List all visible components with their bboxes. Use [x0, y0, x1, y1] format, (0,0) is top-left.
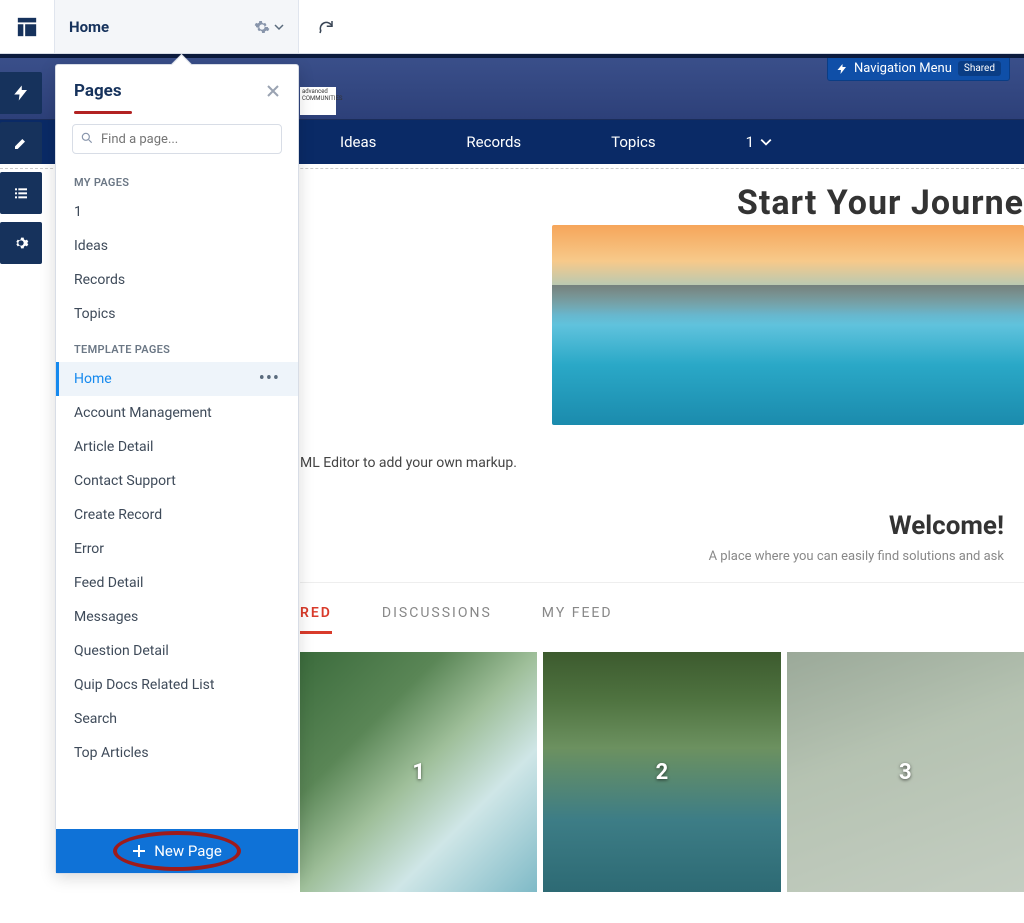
toolbar-right — [299, 0, 1024, 53]
rail-edit-button[interactable] — [0, 122, 42, 164]
page-item[interactable]: Article Detail — [56, 430, 298, 464]
nav-item[interactable]: Records — [466, 133, 521, 151]
topic-card[interactable]: 3 — [787, 652, 1024, 892]
page-item[interactable]: Feed Detail — [56, 566, 298, 600]
tab-featured[interactable]: RED — [300, 605, 332, 634]
topic-card[interactable]: 1 — [300, 652, 537, 892]
layout-icon — [16, 16, 38, 38]
nav-item[interactable]: Ideas — [340, 133, 376, 151]
section-my-pages: MY PAGES — [56, 164, 298, 195]
page-search — [72, 124, 282, 154]
page-item[interactable]: Question Detail — [56, 634, 298, 668]
page-item[interactable]: Search — [56, 702, 298, 736]
popover-title: Pages — [74, 81, 122, 101]
page-item[interactable]: 1 — [56, 195, 298, 229]
app-logo[interactable] — [0, 0, 55, 53]
page-item[interactable]: Quip Docs Related List — [56, 668, 298, 702]
refresh-icon[interactable] — [317, 18, 335, 36]
brand-badge: advancedCOMMUNITIES — [300, 87, 336, 115]
plus-icon — [132, 844, 146, 858]
page-item[interactable]: Ideas — [56, 229, 298, 263]
page-selector[interactable]: Home — [55, 0, 299, 53]
page-item[interactable]: Create Record — [56, 498, 298, 532]
lightning-icon — [836, 63, 848, 75]
hero-headline: Start Your Journe — [737, 183, 1024, 223]
top-bar: Home — [0, 0, 1024, 54]
page-item[interactable]: Contact Support — [56, 464, 298, 498]
topic-card[interactable]: 2 — [543, 652, 780, 892]
left-rail — [0, 54, 44, 264]
chevron-down-icon — [760, 136, 772, 148]
pages-popover: Pages MY PAGES 1 Ideas Records Topics TE… — [55, 64, 299, 874]
navigation-menu-label: Navigation Menu — [854, 61, 952, 76]
rail-settings-button[interactable] — [0, 222, 42, 264]
tab-discussions[interactable]: DISCUSSIONS — [382, 605, 492, 634]
page-item-home[interactable]: Home ••• — [56, 362, 298, 396]
search-input[interactable] — [72, 124, 282, 154]
lightning-icon — [12, 84, 30, 102]
hero-image — [552, 225, 1024, 425]
gear-icon[interactable] — [254, 19, 270, 35]
title-underline-mark — [74, 111, 132, 114]
page-item[interactable]: Error — [56, 532, 298, 566]
navigation-menu-button[interactable]: Navigation Menu Shared — [827, 56, 1010, 81]
page-item[interactable]: Records — [56, 263, 298, 297]
search-icon — [80, 131, 94, 145]
shared-badge: Shared — [958, 61, 1001, 76]
new-page-label: New Page — [154, 842, 222, 860]
rail-list-button[interactable] — [0, 172, 42, 214]
close-icon[interactable] — [266, 84, 280, 98]
section-template-pages: TEMPLATE PAGES — [56, 331, 298, 362]
tab-myfeed[interactable]: MY FEED — [542, 605, 613, 634]
nav-item[interactable]: Topics — [611, 133, 655, 151]
pencil-icon — [13, 135, 29, 151]
new-page-button[interactable]: New Page — [56, 829, 298, 873]
page-item[interactable]: Messages — [56, 600, 298, 634]
list-icon — [13, 185, 29, 201]
caret-down-icon[interactable] — [274, 22, 284, 32]
pages-scroll[interactable]: MY PAGES 1 Ideas Records Topics TEMPLATE… — [56, 164, 298, 829]
nav-item[interactable]: 1 — [746, 133, 772, 151]
gear-icon — [13, 235, 29, 251]
page-item[interactable]: Top Articles — [56, 736, 298, 770]
page-item[interactable]: Topics — [56, 297, 298, 331]
rail-lightning-button[interactable] — [0, 72, 42, 114]
page-item[interactable]: Account Management — [56, 396, 298, 430]
current-page-label: Home — [69, 18, 109, 36]
